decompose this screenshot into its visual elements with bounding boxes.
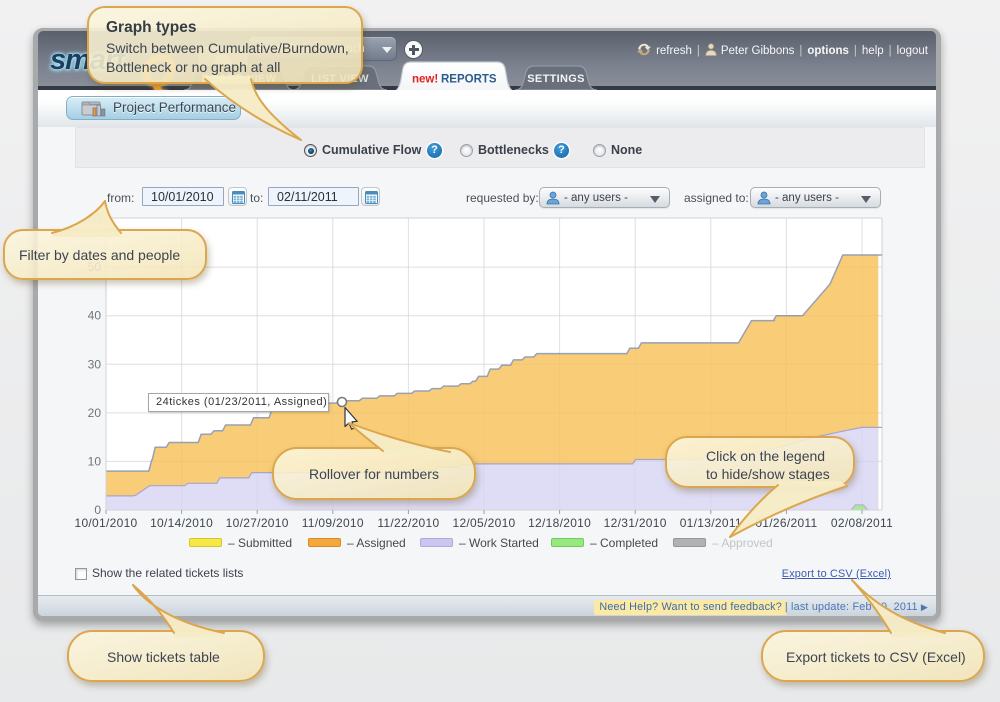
svg-text:40: 40	[88, 309, 102, 323]
svg-text:10: 10	[88, 454, 102, 468]
svg-text:REPORTS: REPORTS	[441, 74, 497, 86]
svg-text:new!: new!	[412, 74, 438, 86]
svg-text:10/01/2010: 10/01/2010	[74, 516, 137, 530]
svg-text:30: 30	[88, 357, 102, 371]
svg-text:12/31/2010: 12/31/2010	[604, 516, 667, 530]
svg-text:SETTINGS: SETTINGS	[527, 73, 584, 85]
svg-text:12/05/2010: 12/05/2010	[452, 516, 515, 530]
svg-text:10/14/2010: 10/14/2010	[150, 516, 213, 530]
svg-text:11/22/2010: 11/22/2010	[377, 516, 439, 530]
svg-text:12/18/2010: 12/18/2010	[528, 516, 591, 530]
svg-text:10/27/2010: 10/27/2010	[226, 516, 289, 530]
svg-text:11/09/2010: 11/09/2010	[302, 516, 364, 530]
svg-text:20: 20	[88, 406, 102, 420]
svg-text:0: 0	[94, 503, 101, 517]
